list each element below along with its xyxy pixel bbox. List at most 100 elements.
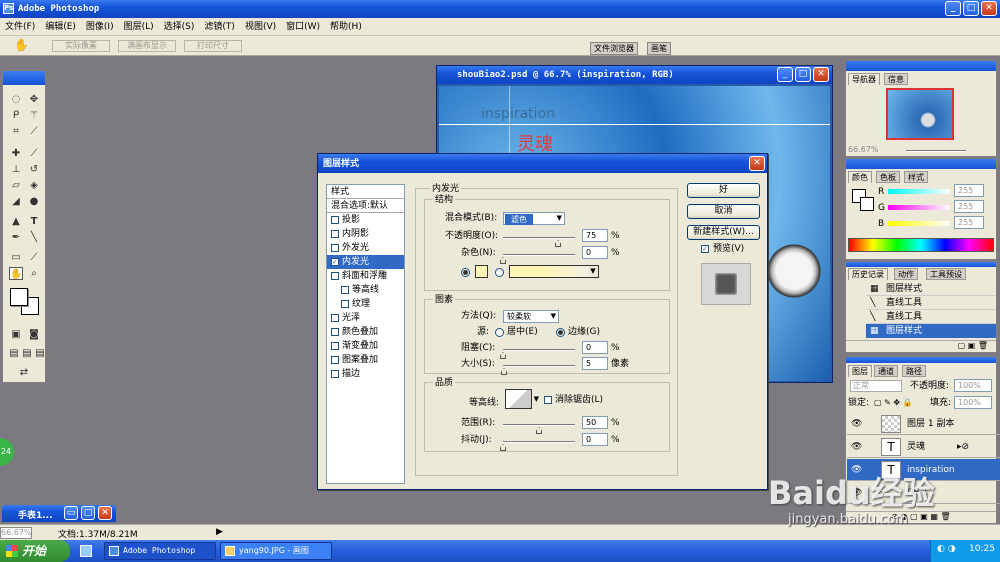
layer-row[interactable]: 👁 T 灵魂 ▸⊘ — [847, 436, 1000, 458]
menu-edit[interactable]: 编辑(E) — [40, 18, 81, 36]
range-input[interactable]: 50 — [582, 416, 608, 429]
healing-brush-icon[interactable]: ✚ — [9, 147, 23, 160]
opacity-slider[interactable] — [503, 237, 575, 239]
screen-mode-2-icon[interactable]: ▤ — [20, 347, 34, 360]
blend-mode-dropdown[interactable]: 正常 — [850, 380, 902, 392]
slice-tool-icon[interactable]: ⟋ — [27, 125, 41, 138]
size-slider[interactable] — [503, 365, 575, 367]
preview-checkbox[interactable]: ✓ — [701, 245, 709, 253]
style-list-header[interactable]: 样式 — [327, 185, 404, 199]
lock-icons[interactable]: ▢ ✎ ✥ 🔒 — [874, 397, 913, 409]
history-item[interactable]: 直线工具 ╲ — [866, 296, 996, 310]
size-input[interactable]: 5 — [582, 357, 608, 370]
menu-help[interactable]: 帮助(H) — [325, 18, 367, 36]
style-blend-options[interactable]: 混合选项:默认 — [327, 199, 404, 213]
imageready-icon[interactable]: ⇄ — [17, 366, 31, 379]
type-tool-icon[interactable]: T — [27, 215, 41, 228]
checkbox[interactable] — [341, 300, 349, 308]
tab-info[interactable]: 信息 — [884, 73, 908, 85]
tray-icons[interactable]: ◐ ◑ — [937, 544, 956, 554]
minimized-doc-window[interactable]: 手表1... ▭ □ ✕ — [2, 505, 116, 522]
layer-opacity-input[interactable]: 100% — [954, 379, 992, 392]
min-maximize-button[interactable]: □ — [81, 506, 95, 520]
style-pattern-overlay[interactable]: 图案叠加 — [327, 353, 404, 367]
dodge-tool-icon[interactable]: ● — [27, 195, 41, 208]
noise-slider[interactable] — [503, 254, 575, 256]
standard-mode-icon[interactable]: ▣ — [9, 328, 23, 341]
menu-window[interactable]: 窗口(W) — [281, 18, 325, 36]
navigator-zoom[interactable]: 66.67% — [848, 144, 879, 156]
style-drop-shadow[interactable]: 投影 — [327, 213, 404, 227]
choke-input[interactable]: 0 — [582, 341, 608, 354]
noise-input[interactable]: 0 — [582, 246, 608, 259]
blend-mode-select[interactable]: 滤色 ▼ — [503, 212, 565, 225]
lasso-tool-icon[interactable]: ᑭ — [9, 109, 23, 122]
layer-fill-input[interactable]: 100% — [954, 396, 992, 409]
tab-paths[interactable]: 路径 — [902, 365, 926, 377]
stamp-tool-icon[interactable]: ⊥ — [9, 163, 23, 176]
tab-history[interactable]: 历史记录 — [848, 268, 888, 280]
hand-tool-icon[interactable]: ✋ — [14, 38, 29, 52]
history-brush-icon[interactable]: ↺ — [27, 163, 41, 176]
opacity-input[interactable]: 75 — [582, 229, 608, 242]
choke-slider-thumb[interactable] — [500, 352, 506, 359]
marquee-tool-icon[interactable]: ◌ — [9, 93, 23, 106]
b-slider[interactable] — [888, 221, 950, 226]
tab-swatches[interactable]: 色板 — [876, 171, 900, 183]
style-bevel-emboss[interactable]: 斜面和浮雕 — [327, 269, 404, 283]
screen-mode-3-icon[interactable]: ▤ — [33, 347, 47, 360]
range-slider-thumb[interactable] — [536, 427, 542, 434]
doc-close-button[interactable]: ✕ — [813, 67, 829, 82]
bucket-tool-icon[interactable]: ◈ — [27, 179, 41, 192]
antialias-checkbox[interactable] — [544, 396, 552, 404]
tab-tool-presets[interactable]: 工具预设 — [926, 268, 966, 280]
layer-row-selected[interactable]: 👁 T inspiration — [847, 459, 1000, 481]
history-item[interactable]: 直线工具 ╲ — [866, 310, 996, 324]
min-close-button[interactable]: ✕ — [98, 506, 112, 520]
checkbox[interactable] — [341, 286, 349, 294]
style-gradient-overlay[interactable]: 渐变叠加 — [327, 339, 404, 353]
jitter-slider-thumb[interactable] — [500, 444, 506, 451]
taskbar-item-photoshop[interactable]: Adobe Photoshop — [104, 542, 216, 560]
style-inner-glow[interactable]: ✓ 内发光 — [327, 255, 404, 269]
dialog-close-button[interactable]: ✕ — [749, 156, 765, 171]
show-desktop-icon[interactable] — [80, 545, 92, 557]
layer-row[interactable]: 👁 图层 1 副本 — [847, 413, 1000, 435]
checkbox[interactable] — [331, 230, 339, 238]
glow-gradient-picker[interactable]: ▼ — [509, 265, 599, 278]
notes-tool-icon[interactable]: ▭ — [9, 251, 23, 264]
tab-layers[interactable]: 图层 — [848, 365, 872, 377]
eye-icon[interactable]: 👁 — [851, 482, 862, 504]
taskbar-item-paint[interactable]: yang90.JPG - 画图 — [220, 542, 332, 560]
style-texture[interactable]: 纹理 — [327, 297, 404, 311]
crop-tool-icon[interactable]: ⌗ — [9, 125, 23, 138]
zoom-tool-icon[interactable]: ⌕ — [27, 267, 41, 280]
style-color-overlay[interactable]: 颜色叠加 — [327, 325, 404, 339]
navigator-zoom-slider[interactable] — [906, 150, 966, 152]
min-restore-button[interactable]: ▭ — [64, 506, 78, 520]
foreground-color-swatch[interactable] — [10, 288, 28, 306]
checkbox-checked[interactable]: ✓ — [331, 258, 339, 266]
size-slider-thumb[interactable] — [501, 368, 507, 375]
start-button[interactable]: 开始 — [0, 540, 70, 562]
history-item[interactable]: 图层样式 ▦ — [866, 282, 996, 296]
style-satin[interactable]: 光泽 — [327, 311, 404, 325]
tab-brushes[interactable]: 画笔 — [647, 42, 671, 55]
actual-pixels-button[interactable]: 实际像素 — [52, 40, 110, 52]
menu-image[interactable]: 图像(I) — [81, 18, 119, 36]
ok-button[interactable]: 好 — [687, 183, 760, 198]
history-item-selected[interactable]: 图层样式 ▦ — [866, 324, 996, 338]
menu-select[interactable]: 选择(S) — [159, 18, 200, 36]
checkbox[interactable] — [331, 244, 339, 252]
style-inner-shadow[interactable]: 内阴影 — [327, 227, 404, 241]
checkbox[interactable] — [331, 272, 339, 280]
noise-slider-thumb[interactable] — [500, 257, 506, 264]
tab-channels[interactable]: 通道 — [874, 365, 898, 377]
tab-color[interactable]: 颜色 — [848, 171, 872, 183]
jitter-input[interactable]: 0 — [582, 433, 608, 446]
notification-badge[interactable]: 24 — [0, 438, 14, 466]
checkbox[interactable] — [331, 328, 339, 336]
checkbox[interactable] — [331, 342, 339, 350]
maximize-button[interactable]: □ — [963, 1, 979, 16]
pen-tool-icon[interactable]: ✒ — [9, 231, 23, 244]
